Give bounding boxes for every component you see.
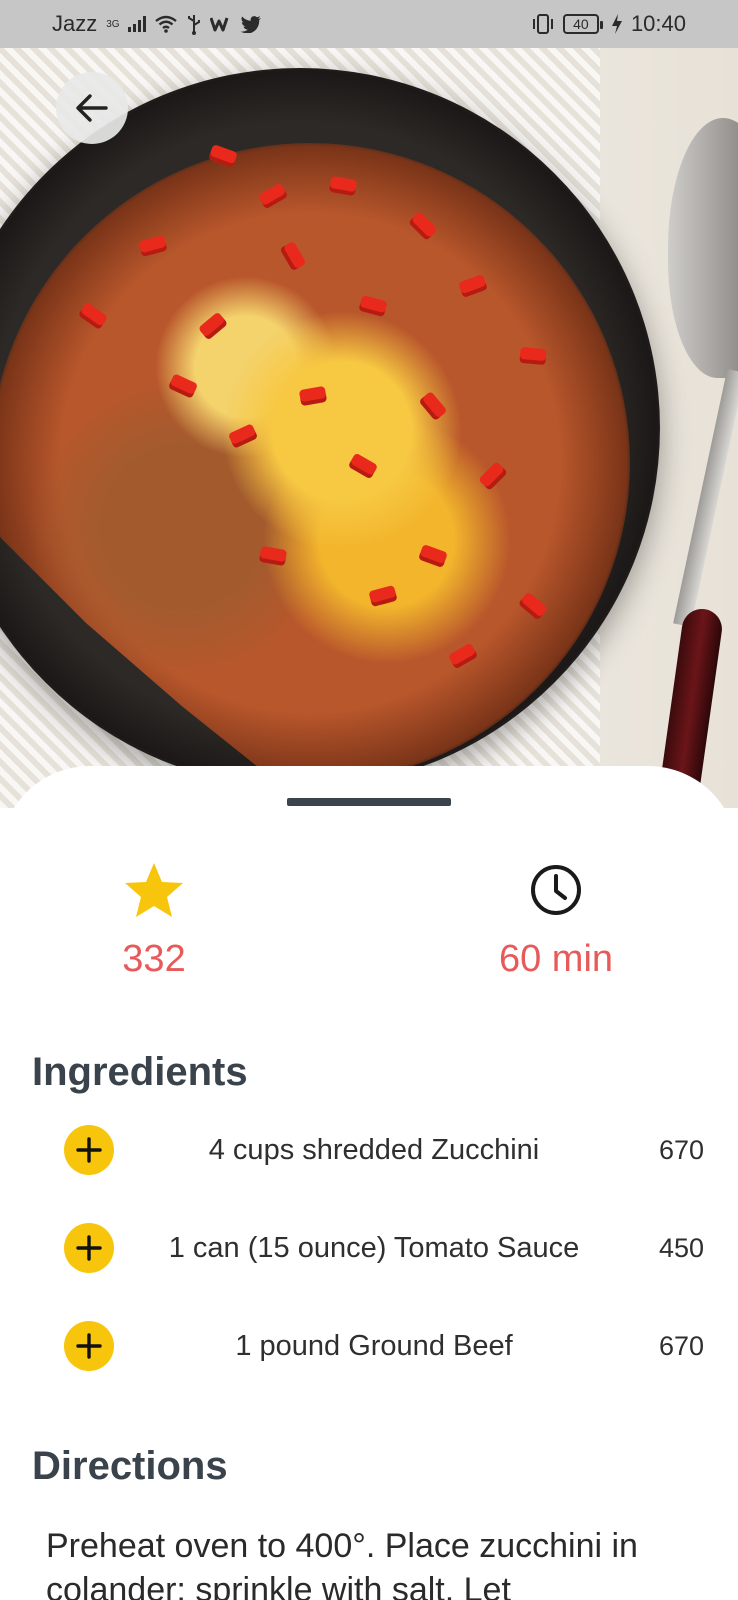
plus-icon: [76, 1235, 102, 1261]
ingredient-name: 1 pound Ground Beef: [235, 1329, 513, 1362]
ingredients-heading: Ingredients: [32, 1050, 248, 1094]
ingredient-amount: 450: [658, 1232, 704, 1263]
status-bar: Jazz 3G 40 10:40: [0, 0, 738, 48]
rating-value: 332: [122, 938, 186, 980]
recipe-photo: [0, 48, 738, 808]
ingredient-row: 1 pound Ground Beef 670: [64, 1320, 704, 1372]
directions-text: Preheat oven to 400°. Place zucchini in …: [46, 1527, 638, 1600]
signal-icon: [127, 16, 146, 32]
rating-stat: 332: [54, 862, 254, 981]
battery-icon: 40: [562, 14, 603, 34]
star-icon: [54, 862, 254, 918]
twitter-icon: [240, 16, 261, 33]
usb-icon: [187, 15, 200, 35]
battery-level: 40: [573, 16, 589, 32]
ingredient-row: 4 cups shredded Zucchini 670: [64, 1124, 704, 1176]
add-ingredient-button[interactable]: [64, 1125, 114, 1175]
time-stat: 60 min: [456, 862, 656, 981]
ingredient-row: 1 can (15 ounce) Tomato Sauce 450: [64, 1222, 704, 1274]
time-value: 60 min: [498, 938, 614, 980]
add-ingredient-button[interactable]: [64, 1321, 114, 1371]
plus-icon: [76, 1333, 102, 1359]
vibrate-icon: [532, 14, 553, 34]
wifi-icon: [154, 15, 177, 33]
plus-icon: [76, 1137, 102, 1163]
back-button[interactable]: [56, 72, 128, 144]
carrier-label: Jazz: [52, 11, 98, 36]
add-ingredient-button[interactable]: [64, 1223, 114, 1273]
ingredient-amount: 670: [658, 1330, 704, 1361]
w-app-icon: [209, 17, 229, 32]
drag-handle[interactable]: [287, 798, 451, 806]
ingredient-name: 4 cups shredded Zucchini: [208, 1133, 540, 1166]
spoon-handle-shape: [673, 368, 738, 628]
spoon-shape: [668, 118, 738, 378]
arrow-left-icon: [76, 94, 108, 122]
directions-heading: Directions: [32, 1444, 228, 1488]
network-type-label: 3G: [106, 18, 120, 30]
recipe-detail-sheet: 332 60 min Ingredients 4 cups shredded Z…: [0, 766, 738, 1600]
ingredient-amount: 670: [658, 1134, 704, 1165]
status-left: Jazz 3G: [52, 11, 262, 37]
charging-icon: [611, 14, 622, 34]
clock-icon: [456, 862, 656, 918]
clock-time: 10:40: [630, 11, 686, 36]
ingredient-name: 1 can (15 ounce) Tomato Sauce: [168, 1231, 580, 1264]
status-right: 40 10:40: [531, 11, 686, 37]
